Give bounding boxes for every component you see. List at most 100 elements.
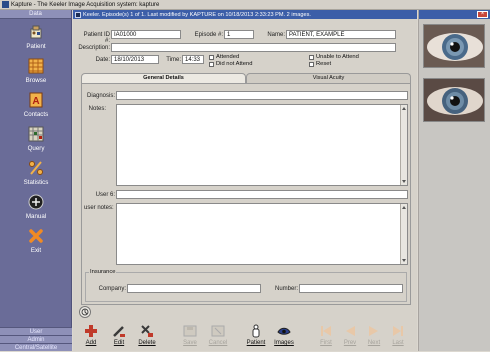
last-label: Last xyxy=(392,340,404,346)
admin-section[interactable]: Admin xyxy=(0,335,72,343)
record-icon xyxy=(75,11,81,18)
company-label: Company: xyxy=(98,286,126,292)
close-button[interactable]: × xyxy=(477,11,488,18)
sidebar-item-browse[interactable]: Browse xyxy=(0,58,72,84)
checkbox-box[interactable] xyxy=(209,61,214,67)
general-details-panel: Diagnosis: Notes: User 6: user notes: In… xyxy=(81,83,411,305)
diagnosis-field[interactable] xyxy=(116,91,408,100)
svg-text:A: A xyxy=(32,96,39,107)
eye-photo-icon xyxy=(424,79,484,121)
scroll-down-arrow-icon[interactable] xyxy=(402,259,406,262)
scroll-up-arrow-icon[interactable] xyxy=(402,206,406,209)
next-button[interactable]: Next xyxy=(361,322,387,351)
checkbox-box[interactable] xyxy=(309,61,314,67)
add-label: Add xyxy=(85,340,97,346)
scroll-down-arrow-icon[interactable] xyxy=(402,180,406,183)
patient-id-label: Patient ID #: xyxy=(83,32,110,44)
edit-button[interactable]: Edit xyxy=(106,322,132,351)
user6-field[interactable] xyxy=(116,190,408,199)
diagnosis-label: Diagnosis: xyxy=(86,93,115,99)
sidebar-header: Data xyxy=(0,10,71,19)
description-field[interactable] xyxy=(111,43,396,52)
attended-label: Attended xyxy=(216,54,240,60)
exit-icon xyxy=(28,228,44,244)
sidebar-item-patient[interactable]: Patient xyxy=(0,24,72,50)
prev-button[interactable]: Prev xyxy=(337,322,363,351)
prev-label: Prev xyxy=(343,340,357,346)
patient-id-field[interactable]: IA01000 xyxy=(111,30,181,39)
eye-photo-icon xyxy=(424,25,484,67)
save-button[interactable]: Save xyxy=(177,322,203,351)
sidebar-item-statistics[interactable]: Statistics xyxy=(0,160,72,186)
notes-label: Notes: xyxy=(88,106,106,112)
notes-scrollbar[interactable] xyxy=(400,105,407,185)
sidebar-item-label: Patient xyxy=(26,43,46,50)
description-label: Description: xyxy=(78,45,110,51)
window-titlebar: Kapture - The Keeler Image Acquisition s… xyxy=(0,0,490,10)
tab-visual-acuity[interactable]: Visual Acuity xyxy=(246,73,411,83)
add-icon xyxy=(84,324,98,338)
checkbox-box[interactable] xyxy=(309,54,314,60)
did-not-attend-checkbox[interactable]: Did not Attend xyxy=(209,61,252,67)
scroll-up-arrow-icon[interactable] xyxy=(402,107,406,110)
time-label: Time: xyxy=(166,57,181,63)
insurance-group: Insurance Company: Number: xyxy=(85,269,407,302)
window-title: Kapture - The Keeler Image Acquisition s… xyxy=(11,1,160,8)
name-field[interactable]: PATIENT, EXAMPLE xyxy=(286,30,396,39)
sidebar-item-label: Browse xyxy=(25,77,47,84)
sidebar-item-label: Manual xyxy=(25,213,47,220)
sidebar-item-query[interactable]: Query xyxy=(0,126,72,152)
sidebar-item-contacts[interactable]: A Contacts xyxy=(0,92,72,118)
eye-images-icon xyxy=(277,324,291,338)
query-icon xyxy=(28,126,44,142)
time-field[interactable]: 14:33 xyxy=(182,55,204,64)
eye-image-thumbnail[interactable] xyxy=(423,78,485,122)
number-field[interactable] xyxy=(299,284,403,293)
date-field[interactable]: 18/10/2013 xyxy=(111,55,159,64)
navigate-button[interactable] xyxy=(79,306,91,318)
episode-field[interactable]: 1 xyxy=(224,30,254,39)
unable-to-attend-label: Unable to Attend xyxy=(316,54,359,60)
save-label: Save xyxy=(183,340,197,346)
delete-label: Delete xyxy=(138,340,156,346)
sidebar-item-label: Statistics xyxy=(23,179,49,186)
user-notes-scrollbar[interactable] xyxy=(400,204,407,264)
date-label: Date: xyxy=(95,57,110,63)
attended-checkbox[interactable]: Attended xyxy=(209,54,239,60)
insurance-legend: Insurance xyxy=(89,269,117,275)
first-label: First xyxy=(320,340,332,346)
images-button[interactable]: Images xyxy=(271,322,297,351)
name-label: Name: xyxy=(267,32,285,38)
manual-icon xyxy=(28,194,44,210)
reset-label: Reset xyxy=(316,61,332,67)
reset-checkbox[interactable]: Reset xyxy=(309,61,331,67)
central-satellite-section[interactable]: Central/Satellite xyxy=(0,343,72,351)
notes-textarea[interactable] xyxy=(116,104,408,186)
cancel-button[interactable]: Cancel xyxy=(205,322,231,351)
did-not-attend-label: Did not Attend xyxy=(216,61,253,67)
record-toolbar: Add Edit Delete Save Cancel Patient Imag… xyxy=(73,322,417,351)
checkbox-box[interactable] xyxy=(209,54,214,60)
add-button[interactable]: Add xyxy=(78,322,104,351)
delete-button[interactable]: Delete xyxy=(134,322,160,351)
last-button[interactable]: Last xyxy=(385,322,411,351)
eye-image-thumbnail[interactable] xyxy=(423,24,485,68)
edit-icon xyxy=(112,324,126,338)
tab-general-details[interactable]: General Details xyxy=(81,73,246,83)
sidebar-item-manual[interactable]: Manual xyxy=(0,194,72,220)
sidebar-item-exit[interactable]: Exit xyxy=(0,228,72,254)
images-label: Images xyxy=(274,340,294,346)
first-icon xyxy=(319,324,333,338)
company-field[interactable] xyxy=(127,284,261,293)
browse-icon xyxy=(28,58,44,74)
patient-button[interactable]: Patient xyxy=(243,322,269,351)
record-status-bar: Keeler. Episode(s) 1 of 1. Last modified… xyxy=(73,10,417,19)
user-notes-textarea[interactable] xyxy=(116,203,408,265)
sidebar-item-label: Query xyxy=(27,145,45,152)
unable-to-attend-checkbox[interactable]: Unable to Attend xyxy=(309,54,359,60)
episode-label: Episode #: xyxy=(194,32,223,38)
edit-label: Edit xyxy=(113,340,125,346)
first-button[interactable]: First xyxy=(313,322,339,351)
user-section[interactable]: User xyxy=(0,327,72,335)
sidebar-item-label: Exit xyxy=(30,247,42,254)
